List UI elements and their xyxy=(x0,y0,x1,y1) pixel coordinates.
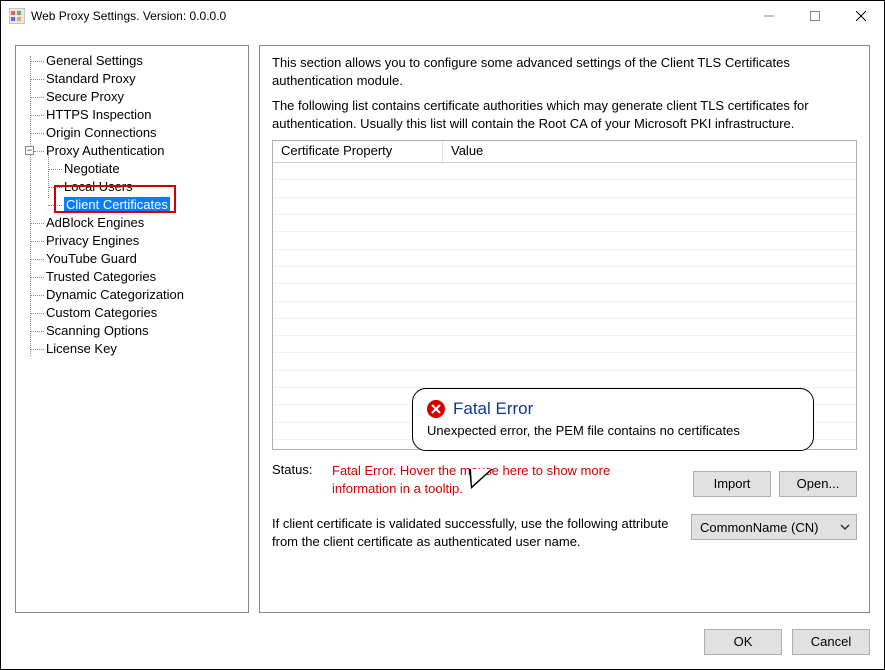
highlight-frame xyxy=(54,185,176,213)
tree-item[interactable]: Scanning Options xyxy=(46,322,149,340)
description-1: This section allows you to configure som… xyxy=(272,54,857,89)
content-panel: This section allows you to configure som… xyxy=(259,45,870,613)
combobox-value: CommonName (CN) xyxy=(692,520,834,535)
tree-item-proxy-authentication[interactable]: Proxy Authentication xyxy=(46,142,165,160)
tooltip-body: Unexpected error, the PEM file contains … xyxy=(427,423,799,438)
tree-item[interactable]: Secure Proxy xyxy=(46,88,124,106)
error-icon xyxy=(427,400,445,418)
error-tooltip: Fatal Error Unexpected error, the PEM fi… xyxy=(412,388,814,451)
ok-button[interactable]: OK xyxy=(704,629,782,655)
tree-item[interactable]: Standard Proxy xyxy=(46,70,136,88)
tree-item[interactable]: Negotiate xyxy=(64,160,120,178)
tree-item[interactable]: YouTube Guard xyxy=(46,250,137,268)
description-2: The following list contains certificate … xyxy=(272,97,857,132)
tree-expander-minus-icon[interactable]: − xyxy=(25,146,34,155)
minimize-button[interactable] xyxy=(746,1,792,31)
tree-item[interactable]: License Key xyxy=(46,340,117,358)
maximize-button[interactable] xyxy=(792,1,838,31)
cancel-button[interactable]: Cancel xyxy=(792,629,870,655)
tree-item[interactable]: Custom Categories xyxy=(46,304,157,322)
attribute-description: If client certificate is validated succe… xyxy=(272,515,682,550)
window: Web Proxy Settings. Version: 0.0.0.0 Gen… xyxy=(0,0,885,670)
column-value[interactable]: Value xyxy=(443,141,856,162)
status-label: Status: xyxy=(272,462,332,477)
tree-item[interactable]: Trusted Categories xyxy=(46,268,156,286)
open-button[interactable]: Open... xyxy=(779,471,857,497)
tree-item[interactable]: Dynamic Categorization xyxy=(46,286,184,304)
column-certificate-property[interactable]: Certificate Property xyxy=(273,141,443,162)
close-button[interactable] xyxy=(838,1,884,31)
app-icon xyxy=(9,8,25,24)
import-button[interactable]: Import xyxy=(693,471,771,497)
tree-item[interactable]: Privacy Engines xyxy=(46,232,139,250)
tree-item[interactable]: HTTPS Inspection xyxy=(46,106,152,124)
tree-item[interactable]: AdBlock Engines xyxy=(46,214,144,232)
tree-item[interactable]: Origin Connections xyxy=(46,124,157,142)
grid-header: Certificate Property Value xyxy=(273,141,856,163)
title-bar: Web Proxy Settings. Version: 0.0.0.0 xyxy=(1,1,884,31)
tree-item[interactable]: General Settings xyxy=(46,52,143,70)
navigation-tree[interactable]: General Settings Standard Proxy Secure P… xyxy=(20,52,244,606)
navigation-tree-panel: General Settings Standard Proxy Secure P… xyxy=(15,45,249,613)
window-title: Web Proxy Settings. Version: 0.0.0.0 xyxy=(31,9,226,23)
tooltip-title: Fatal Error xyxy=(453,399,533,419)
attribute-combobox[interactable]: CommonName (CN) xyxy=(691,514,857,540)
chevron-down-icon[interactable] xyxy=(834,515,856,539)
